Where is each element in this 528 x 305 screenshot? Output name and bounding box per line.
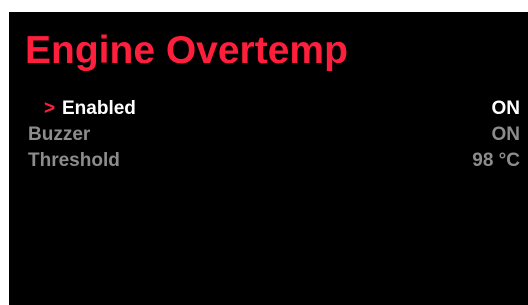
menu-item-threshold[interactable]: Threshold 98 °C — [9, 148, 528, 174]
menu-item-buzzer[interactable]: Buzzer ON — [9, 122, 528, 148]
menu-item-label: Buzzer — [28, 124, 91, 145]
settings-menu: > Enabled ON Buzzer ON Threshold 98 °C — [9, 96, 528, 174]
menu-item-value: ON — [491, 98, 521, 119]
selection-cursor-icon: > — [44, 98, 56, 119]
menu-item-label: Threshold — [28, 150, 120, 171]
device-screen: Engine Overtemp > Enabled ON Buzzer ON T… — [9, 12, 528, 305]
menu-item-enabled[interactable]: > Enabled ON — [9, 96, 528, 122]
menu-item-value: ON — [491, 124, 521, 145]
screen-title: Engine Overtemp — [25, 29, 348, 72]
menu-item-value: 98 °C — [472, 150, 520, 171]
menu-item-label: Enabled — [62, 98, 136, 119]
